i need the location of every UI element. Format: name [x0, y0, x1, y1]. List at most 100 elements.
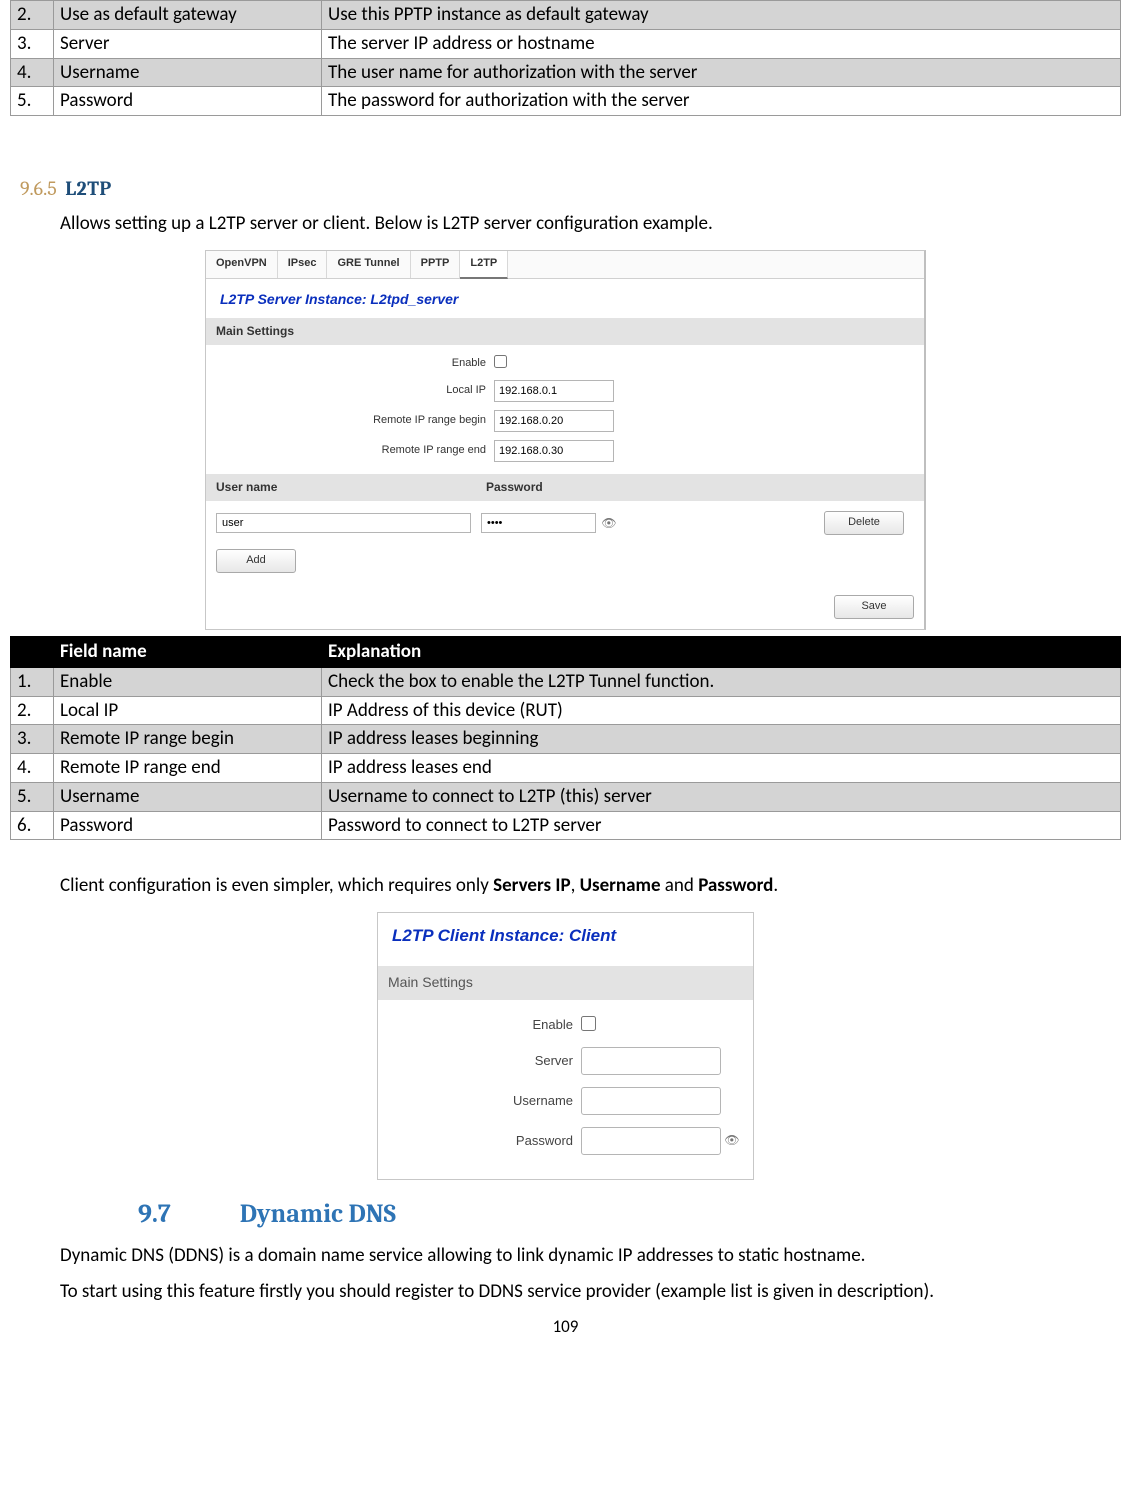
row-field: Server	[54, 29, 322, 58]
row-exp: Use this PPTP instance as default gatewa…	[322, 1, 1121, 30]
pptp-params-table-fragment: 2. Use as default gateway Use this PPTP …	[10, 0, 1121, 116]
row-exp: The user name for authorization with the…	[322, 58, 1121, 87]
row-exp: The password for authorization with the …	[322, 87, 1121, 116]
instance-title: L2TP Client Instance: Client	[378, 913, 753, 966]
tab-ipsec[interactable]: IPsec	[278, 251, 328, 278]
row-num: 5.	[11, 87, 54, 116]
table-row: 4. Remote IP range end IP address leases…	[11, 754, 1121, 783]
label-enable: Enable	[378, 1017, 581, 1033]
table-row: 5. Password The password for authorizati…	[11, 87, 1121, 116]
delete-button[interactable]: Delete	[824, 511, 904, 535]
row-num: 5.	[11, 782, 54, 811]
label-username: Username	[378, 1093, 581, 1109]
row-exp: Username to connect to L2TP (this) serve…	[322, 782, 1121, 811]
bold-servers-ip: Servers IP	[493, 874, 570, 897]
checkbox-enable[interactable]	[581, 1016, 596, 1031]
screenshot-l2tp-server: OpenVPN IPsec GRE Tunnel PPTP L2TP L2TP …	[205, 250, 926, 630]
header-user: User name	[216, 480, 486, 495]
input-server[interactable]	[581, 1047, 721, 1075]
label-remote-ip-begin: Remote IP range begin	[206, 414, 494, 428]
main-settings-bar: Main Settings	[378, 966, 753, 1000]
row-num: 3.	[11, 29, 54, 58]
screenshot-l2tp-client: L2TP Client Instance: Client Main Settin…	[377, 912, 754, 1180]
row-num: 6.	[11, 811, 54, 840]
row-exp: IP address leases end	[322, 754, 1121, 783]
add-button[interactable]: Add	[216, 549, 296, 573]
row-field: Remote IP range begin	[54, 725, 322, 754]
table-row: 3. Server The server IP address or hostn…	[11, 29, 1121, 58]
row-field: Enable	[54, 667, 322, 696]
label-enable: Enable	[206, 357, 494, 371]
tab-openvpn[interactable]: OpenVPN	[206, 251, 278, 278]
row-exp: Check the box to enable the L2TP Tunnel …	[322, 667, 1121, 696]
input-cred-user[interactable]	[216, 513, 471, 533]
checkbox-enable[interactable]	[494, 355, 507, 368]
label-remote-ip-end: Remote IP range end	[206, 444, 494, 458]
client-paragraph: Client configuration is even simpler, wh…	[60, 874, 1110, 898]
input-username[interactable]	[581, 1087, 721, 1115]
input-remote-ip-end[interactable]	[494, 440, 614, 462]
table-row: 4. Username The user name for authorizat…	[11, 58, 1121, 87]
row-field: Use as default gateway	[54, 1, 322, 30]
header-num	[11, 637, 54, 668]
table-row: 6. Password Password to connect to L2TP …	[11, 811, 1121, 840]
tab-gre[interactable]: GRE Tunnel	[327, 251, 410, 278]
eye-icon[interactable]: 👁	[725, 1134, 739, 1148]
text-span: and	[661, 874, 699, 897]
row-exp: IP address leases beginning	[322, 725, 1121, 754]
credentials-row: 👁 Delete	[206, 501, 924, 545]
row-field: Username	[54, 782, 322, 811]
section-heading-97: 9.7 Dynamic DNS	[138, 1198, 1121, 1231]
tab-l2tp[interactable]: L2TP	[460, 251, 508, 279]
section-number: 9.7	[138, 1198, 234, 1231]
row-exp: Password to connect to L2TP server	[322, 811, 1121, 840]
bold-username: Username	[580, 874, 661, 897]
input-password[interactable]	[581, 1127, 721, 1155]
section-heading-965: 9.6.5 L2TP	[20, 176, 1121, 202]
input-cred-pass[interactable]	[481, 513, 596, 533]
input-local-ip[interactable]	[494, 380, 614, 402]
text-span: ,	[571, 874, 580, 897]
row-num: 1.	[11, 667, 54, 696]
row-field: Remote IP range end	[54, 754, 322, 783]
input-remote-ip-begin[interactable]	[494, 410, 614, 432]
text-span: .	[773, 874, 778, 897]
tab-pptp[interactable]: PPTP	[411, 251, 461, 278]
table-header-row: Field name Explanation	[11, 637, 1121, 668]
row-field: Local IP	[54, 696, 322, 725]
save-button[interactable]: Save	[834, 595, 914, 619]
row-exp: IP Address of this device (RUT)	[322, 696, 1121, 725]
row-exp: The server IP address or hostname	[322, 29, 1121, 58]
table-row: 5. Username Username to connect to L2TP …	[11, 782, 1121, 811]
table-row: 2. Local IP IP Address of this device (R…	[11, 696, 1121, 725]
header-field: Field name	[54, 637, 322, 668]
table-row: 2. Use as default gateway Use this PPTP …	[11, 1, 1121, 30]
row-num: 2.	[11, 696, 54, 725]
text-span: Client configuration is even simpler, wh…	[60, 874, 493, 897]
section-title: L2TP	[65, 177, 112, 200]
ddns-paragraph-1: Dynamic DNS (DDNS) is a domain name serv…	[60, 1244, 1130, 1268]
table-row: 3. Remote IP range begin IP address leas…	[11, 725, 1121, 754]
header-pass: Password	[486, 480, 543, 495]
table-row: 1. Enable Check the box to enable the L2…	[11, 667, 1121, 696]
row-num: 2.	[11, 1, 54, 30]
row-num: 4.	[11, 754, 54, 783]
label-server: Server	[378, 1053, 581, 1069]
header-exp: Explanation	[322, 637, 1121, 668]
credentials-header: User name Password	[206, 474, 924, 501]
ddns-paragraph-2: To start using this feature firstly you …	[60, 1280, 1130, 1304]
section-title: Dynamic DNS	[240, 1199, 396, 1229]
page-number: 109	[10, 1316, 1121, 1337]
bold-password: Password	[698, 874, 773, 897]
l2tp-server-params-table: Field name Explanation 1. Enable Check t…	[10, 636, 1121, 840]
label-password: Password	[378, 1133, 581, 1149]
row-field: Password	[54, 87, 322, 116]
row-field: Username	[54, 58, 322, 87]
label-local-ip: Local IP	[206, 384, 494, 398]
eye-icon[interactable]: 👁	[602, 516, 616, 530]
section-number: 9.6.5	[20, 177, 57, 200]
row-field: Password	[54, 811, 322, 840]
intro-paragraph: Allows setting up a L2TP server or clien…	[60, 212, 1110, 236]
instance-title: L2TP Server Instance: L2tpd_server	[206, 279, 924, 319]
row-num: 4.	[11, 58, 54, 87]
